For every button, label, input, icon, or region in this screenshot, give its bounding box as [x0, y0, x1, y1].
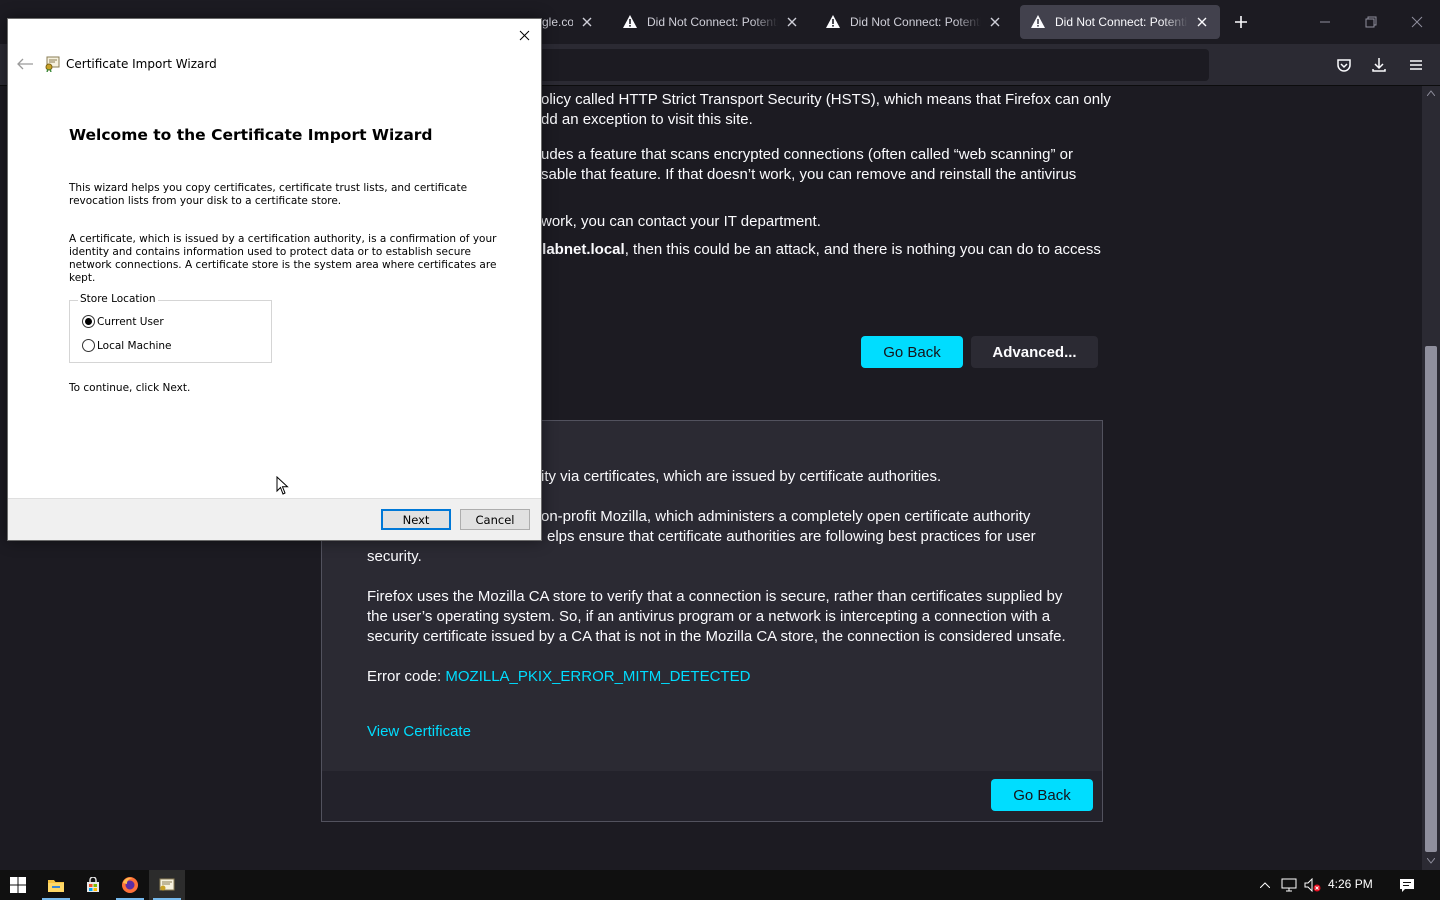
wizard-footer: Next Cancel [8, 498, 541, 540]
firefox-icon [122, 877, 138, 893]
restore-button[interactable] [1357, 8, 1385, 36]
go-back-button[interactable]: Go Back [861, 336, 963, 368]
close-tab-icon[interactable] [579, 14, 595, 30]
tab-did-not-connect-2[interactable]: Did Not Connect: Potential [815, 5, 1013, 39]
wizard-heading: Welcome to the Certificate Import Wizard [69, 126, 433, 144]
warning-icon [1031, 15, 1045, 28]
text-line: sable that feature. If that doesn’t work… [541, 166, 1077, 183]
close-tab-icon[interactable] [1194, 14, 1210, 30]
certificate-import-wizard: Certificate Import Wizard Welcome to the… [7, 18, 542, 541]
url-bar[interactable] [540, 49, 1209, 81]
back-arrow-icon[interactable] [16, 57, 34, 71]
scroll-down-icon[interactable] [1427, 858, 1435, 864]
go-back-button-2[interactable]: Go Back [991, 779, 1093, 811]
close-tab-icon[interactable] [987, 14, 1003, 30]
tab-title: Did Not Connect: Potential [1055, 15, 1188, 29]
chevron-up-icon [1260, 882, 1270, 888]
tab-title: gle.com [542, 15, 573, 29]
minimize-button[interactable] [1311, 8, 1339, 36]
cancel-button[interactable]: Cancel [460, 509, 530, 530]
tab-title: Did Not Connect: Potential [647, 15, 778, 29]
window-title: Certificate Import Wizard [66, 57, 217, 71]
warning-icon [826, 15, 840, 28]
text-line: work, you can contact your IT department… [541, 213, 821, 230]
error-code-label: Error code: [367, 668, 446, 685]
certificate-icon [45, 56, 60, 72]
close-icon[interactable] [515, 26, 533, 44]
certificate-icon [159, 878, 175, 891]
pocket-icon[interactable] [1332, 53, 1356, 77]
mouse-cursor-icon [276, 476, 289, 495]
error-code-line: Error code: MOZILLA_PKIX_ERROR_MITM_DETE… [367, 667, 1067, 687]
hostname: llabnet.local [538, 241, 625, 258]
page-scrollbar[interactable] [1422, 86, 1440, 870]
radio-button-selected[interactable] [82, 315, 95, 328]
view-certificate-link[interactable]: View Certificate [367, 722, 471, 742]
wizard-intro-text: This wizard helps you copy certificates,… [69, 182, 468, 207]
ca-store-paragraph: Firefox uses the Mozilla CA store to ver… [367, 588, 1066, 645]
close-tab-icon[interactable] [784, 14, 800, 30]
scrollbar-thumb[interactable] [1425, 346, 1437, 852]
text-line: udes a feature that scans encrypted conn… [541, 146, 1073, 163]
tab-did-not-connect-1[interactable]: Did Not Connect: Potential [612, 5, 810, 39]
tab-title: Did Not Connect: Potential [850, 15, 981, 29]
firefox-button[interactable] [112, 870, 148, 900]
certificate-manager-button[interactable] [149, 870, 185, 900]
text-line: , then this could be an attack, and ther… [624, 241, 1101, 258]
certificates-paragraph: ity via certificates, which are issued b… [541, 467, 1241, 487]
show-hidden-icons-button[interactable] [1256, 876, 1274, 894]
store-location-group: Store Location Current User Local Machin… [69, 293, 272, 363]
store-icon [87, 877, 99, 892]
start-button[interactable] [0, 870, 36, 900]
clock[interactable]: 4:26 PM [1328, 877, 1373, 891]
error-code-link[interactable]: MOZILLA_PKIX_ERROR_MITM_DETECTED [445, 668, 750, 685]
radio-local-machine[interactable]: Local Machine [82, 339, 172, 352]
volume-muted-icon[interactable] [1304, 876, 1322, 894]
radio-current-user[interactable]: Current User [82, 315, 164, 328]
folder-icon [48, 880, 64, 892]
notifications-icon[interactable] [1398, 876, 1416, 894]
text-line: ity via certificates, which are issued b… [541, 468, 942, 485]
close-window-button[interactable] [1403, 8, 1431, 36]
tab-did-not-connect-active[interactable]: Did Not Connect: Potential [1020, 5, 1220, 39]
menu-icon[interactable] [1404, 53, 1428, 77]
warning-icon [623, 15, 637, 28]
antivirus-paragraph: udes a feature that scans encrypted conn… [541, 145, 1281, 185]
new-tab-button[interactable] [1229, 10, 1253, 34]
taskbar: 4:26 PM [0, 870, 1440, 900]
downloads-icon[interactable] [1367, 53, 1391, 77]
text-line: security. [367, 548, 422, 565]
advanced-button[interactable]: Advanced... [971, 336, 1098, 368]
advanced-panel-footer: Go Back [322, 771, 1102, 821]
text-line: dd an exception to visit this site. [541, 111, 753, 128]
radio-label: Current User [97, 315, 164, 328]
text-line: olicy called HTTP Strict Transport Secur… [541, 91, 1111, 108]
network-icon[interactable] [1280, 876, 1298, 894]
radio-label: Local Machine [97, 339, 172, 352]
scroll-up-icon[interactable] [1427, 90, 1435, 96]
hsts-paragraph: olicy called HTTP Strict Transport Secur… [541, 90, 1281, 130]
radio-button[interactable] [82, 339, 95, 352]
wizard-description-text: A certificate, which is issued by a cert… [69, 233, 497, 284]
store-button[interactable] [75, 870, 111, 900]
next-button[interactable]: Next [381, 509, 451, 530]
windows-icon [10, 877, 26, 893]
file-explorer-button[interactable] [38, 870, 74, 900]
it-department-paragraph: work, you can contact your IT department… [541, 212, 1281, 232]
attack-warning-paragraph: llabnet.local, then this could be an att… [538, 240, 1118, 260]
store-location-label: Store Location [78, 293, 158, 305]
continue-instruction: To continue, click Next. [69, 382, 191, 394]
